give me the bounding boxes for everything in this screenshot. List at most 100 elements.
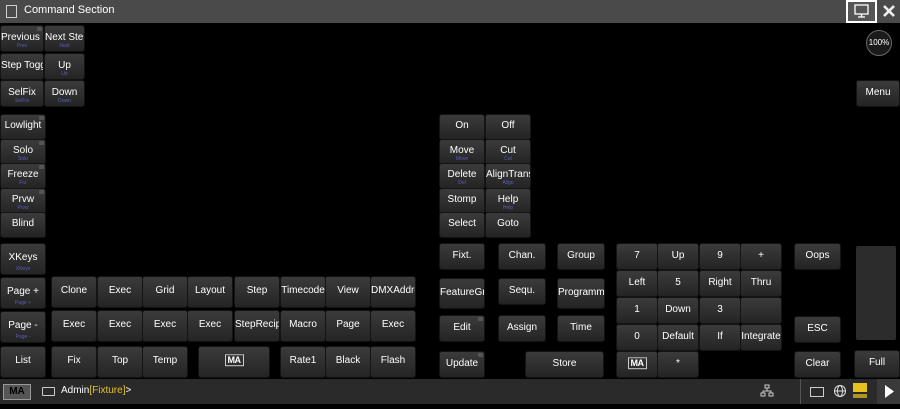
solo-button[interactable]: Solo Solo [0,139,46,165]
full-button[interactable]: Full [854,350,900,378]
play-icon[interactable] [877,379,900,404]
prvw-button[interactable]: Prvw Prvw [0,188,46,214]
page-plus-button[interactable]: Page + Page + [0,277,46,309]
xkeys-shortcut: XKeys [15,266,31,272]
keyboard-icon[interactable] [42,387,55,396]
macro-button[interactable]: Macro [280,310,326,342]
key-1-button[interactable]: 1 [616,297,658,324]
next-step-button[interactable]: Next StepNext [44,25,85,52]
key-up-button[interactable]: Up [657,243,699,270]
freeze-button[interactable]: Freeze Frz [0,163,46,189]
key-0-button[interactable]: 0 [616,324,658,351]
sequence-button[interactable]: Sequ. [498,278,546,305]
select-button[interactable]: Select [439,212,485,238]
edit-button[interactable]: Edit [439,315,485,342]
right-button[interactable]: Right [699,270,741,297]
step-button[interactable]: Step [234,276,280,308]
update-button[interactable]: Update [439,351,485,378]
if-button[interactable]: If [699,324,741,351]
screen-select-button[interactable] [846,0,877,23]
timecode-button[interactable]: Timecode [280,276,326,308]
step-toggle-button[interactable]: Step Toggl [0,53,44,80]
command-line-input[interactable]: Admin[Fixture]> [61,385,131,396]
exec-button-2[interactable]: Exec [51,310,97,342]
ma-button-right[interactable]: MA [616,351,658,378]
down-button[interactable]: Down Down [44,80,85,107]
sequence-label: Sequ. [508,284,536,296]
off-button[interactable]: Off [485,114,531,140]
close-button[interactable] [878,0,900,23]
network-icon[interactable] [760,384,774,403]
globe-icon[interactable] [833,384,847,403]
xkeys-button[interactable]: XKeys XKeys [0,243,46,275]
selfix-button[interactable]: SelFix SelFix [0,80,44,107]
group-button[interactable]: Group [557,243,605,270]
thru-button[interactable]: Thru [740,270,782,297]
help-button[interactable]: Help Help [485,188,531,214]
menu-button[interactable]: Menu [856,80,900,107]
channel-sheet-button[interactable]: Chan. [498,243,546,270]
exec-button-3[interactable]: Exec [97,310,143,342]
rate1-button[interactable]: Rate1 [280,346,326,378]
programmer-button[interactable]: Programme [557,278,605,309]
oncuts-indicator-icon[interactable] [853,382,867,398]
clear-button[interactable]: Clear [794,351,841,378]
lowlight-button[interactable]: Lowlight [0,114,46,140]
feature-group-button[interactable]: FeatureGrou [439,278,485,309]
exec-button-1[interactable]: Exec [97,276,143,308]
up-button[interactable]: Up Up [44,53,85,80]
temp-button[interactable]: Temp [142,346,188,378]
grid-button[interactable]: Grid [142,276,188,308]
clone-button[interactable]: Clone [51,276,97,308]
page-minus-button[interactable]: Page - Page - [0,311,46,343]
please-button[interactable] [740,297,782,324]
key-plus-button[interactable]: + [740,243,782,270]
view-button[interactable]: View [325,276,371,308]
key-0-label: 0 [634,330,640,342]
list-button[interactable]: List [0,346,46,378]
fix-button[interactable]: Fix [51,346,97,378]
master-fader-area[interactable] [856,246,896,340]
align-transition-button[interactable]: AlignTransiAlign [485,163,531,189]
key-5-button[interactable]: 5 [657,270,699,297]
layout-button[interactable]: Layout [187,276,233,308]
stomp-button[interactable]: Stomp [439,188,485,214]
black-button[interactable]: Black [325,346,371,378]
key-3-button[interactable]: 3 [699,297,741,324]
key-1-label: 1 [634,303,640,315]
dot-button[interactable]: * [657,351,699,378]
delete-button[interactable]: Delete Del [439,163,485,189]
dmx-address-button[interactable]: DMXAddres [370,276,416,308]
zoom-indicator[interactable]: 100% [866,30,892,56]
on-button[interactable]: On [439,114,485,140]
exec-button-4[interactable]: Exec [142,310,188,342]
goto-button[interactable]: Goto [485,212,531,238]
exec-button-6[interactable]: Exec [370,310,416,342]
right-label: Right [708,276,732,288]
flash-button[interactable]: Flash [370,346,416,378]
blind-button[interactable]: Blind [0,212,46,238]
step-recipe-button[interactable]: StepRecipe [234,310,280,342]
left-button[interactable]: Left [616,270,658,297]
cut-button[interactable]: Cut Cut [485,139,531,165]
fixture-sheet-button[interactable]: Fixt. [439,243,485,270]
page-button[interactable]: Page [325,310,371,342]
move-button[interactable]: Move Move [439,139,485,165]
default-button[interactable]: Default [657,324,699,351]
ma-button-left[interactable]: MA [198,346,270,378]
esc-button[interactable]: ESC [794,316,841,343]
key-down-button[interactable]: Down [657,297,699,324]
dmx-address-label: DMXAddres [371,284,415,296]
select-label: Select [448,217,476,229]
oops-button[interactable]: Oops [794,243,841,270]
top-button[interactable]: Top [97,346,143,378]
store-button[interactable]: Store [525,351,604,378]
key-7-button[interactable]: 7 [616,243,658,270]
time-button[interactable]: Time [557,315,605,342]
integrate-button[interactable]: Integrate [740,324,782,351]
assign-button[interactable]: Assign [498,315,546,342]
key-9-button[interactable]: 9 [699,243,741,270]
exec-button-5[interactable]: Exec [187,310,233,342]
keyboard-toggle-icon[interactable] [810,387,824,397]
previous-step-button[interactable]: Previous SPrev [0,25,44,52]
